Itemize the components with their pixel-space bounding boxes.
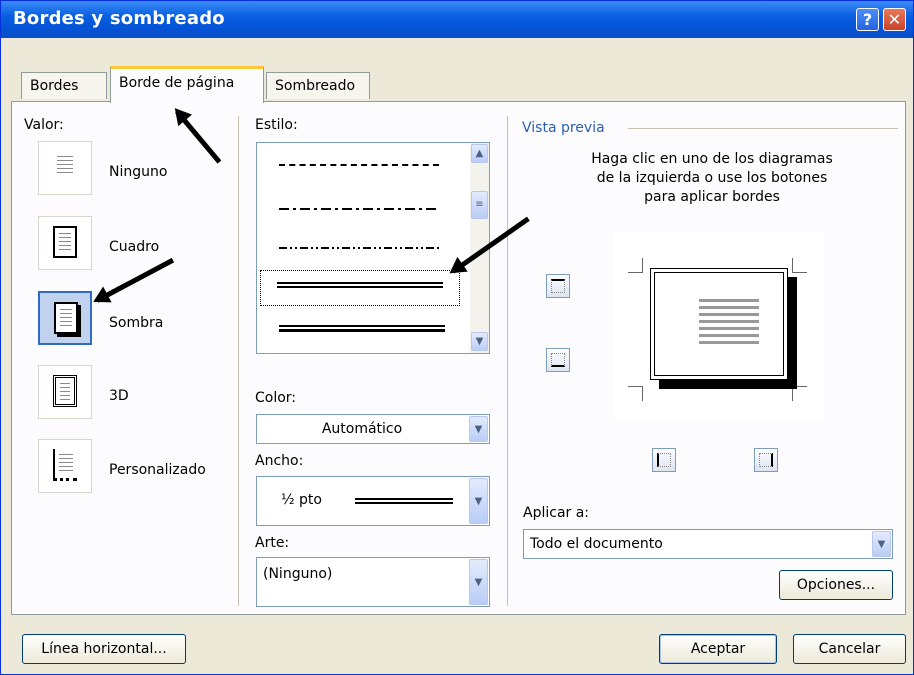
aplicar-label: Aplicar a: [523,505,590,521]
preview-rule [628,128,898,129]
setting-sombra-label[interactable]: Sombra [109,315,163,331]
linea-horizontal-button[interactable]: Línea horizontal... [22,634,186,664]
style-dash-dot-dot[interactable] [279,247,439,249]
color-value: Automático [321,421,403,437]
column-divider [238,116,239,606]
setting-ninguno-label[interactable]: Ninguno [109,164,167,180]
ancho-line-preview [355,498,453,504]
scroll-down-icon[interactable]: ▼ [471,332,488,351]
tab-panel: Valor: Ninguno Cuadro Sombra 3D Personal… [11,101,906,615]
ancho-combo[interactable]: ½ pto ▼ [256,476,490,526]
preview-label: Vista previa [522,120,605,136]
border-top-icon [551,279,565,293]
tab-borde-de-pagina[interactable]: Borde de página [110,66,264,103]
arte-combo[interactable]: (Ninguno) ▼ [256,557,490,607]
valor-label: Valor: [24,117,64,133]
border-left-icon [657,453,671,467]
tab-sombreado[interactable]: Sombreado [266,72,370,99]
ancho-label: Ancho: [255,453,304,469]
border-right-icon [759,453,773,467]
aplicar-combo[interactable]: Todo el documento ▼ [523,529,893,559]
dialog-title: Bordes y sombreado [13,8,225,29]
color-combo[interactable]: Automático ▼ [256,414,490,444]
column-divider-2 [507,116,508,606]
border-right-button[interactable] [754,448,778,472]
setting-cuadro-label[interactable]: Cuadro [109,239,159,255]
style-listbox[interactable]: ▲ ≡ ▼ [256,142,490,354]
arte-label: Arte: [255,535,290,551]
preview-page [650,268,788,380]
cancelar-button[interactable]: Cancelar [793,634,906,664]
style-dashed[interactable] [279,164,439,166]
scroll-up-icon[interactable]: ▲ [471,144,488,163]
close-icon[interactable]: ✕ [883,8,906,31]
style-double-selected[interactable] [260,270,460,306]
setting-personalizado-label[interactable]: Personalizado [109,462,206,478]
arte-value: (Ninguno) [263,566,333,582]
tab-bordes[interactable]: Bordes [21,72,107,99]
setting-3d-icon[interactable] [38,365,92,419]
aplicar-dropdown-icon[interactable]: ▼ [872,531,891,557]
ancho-value: ½ pto [281,492,322,508]
style-dash-dot[interactable] [279,208,439,210]
border-left-button[interactable] [652,448,676,472]
color-dropdown-icon[interactable]: ▼ [469,416,488,442]
aceptar-button[interactable]: Aceptar [659,634,777,664]
title-bar: Bordes y sombreado ? ✕ [1,1,913,38]
arte-dropdown-icon[interactable]: ▼ [469,559,488,605]
preview-instructions: Haga clic en uno de los diagramas de la … [591,151,833,205]
setting-personalizado-icon[interactable] [38,439,92,493]
border-bottom-icon [551,353,565,367]
aplicar-value: Todo el documento [530,536,663,552]
setting-ninguno-icon[interactable] [38,141,92,195]
border-bottom-button[interactable] [546,348,570,372]
estilo-label: Estilo: [255,117,298,133]
ancho-dropdown-icon[interactable]: ▼ [469,478,488,524]
dialog-window: Bordes y sombreado ? ✕ Bordes Borde de p… [0,0,914,675]
scroll-thumb[interactable]: ≡ [471,191,488,219]
color-label: Color: [255,390,297,406]
setting-sombra-icon[interactable] [38,291,92,345]
preview-area[interactable] [614,232,824,420]
setting-cuadro-icon[interactable] [38,216,92,270]
setting-3d-label[interactable]: 3D [109,388,129,404]
border-top-button[interactable] [546,274,570,298]
style-thick-thin[interactable] [279,325,445,332]
help-icon[interactable]: ? [856,8,879,31]
opciones-button[interactable]: Opciones... [779,570,893,600]
